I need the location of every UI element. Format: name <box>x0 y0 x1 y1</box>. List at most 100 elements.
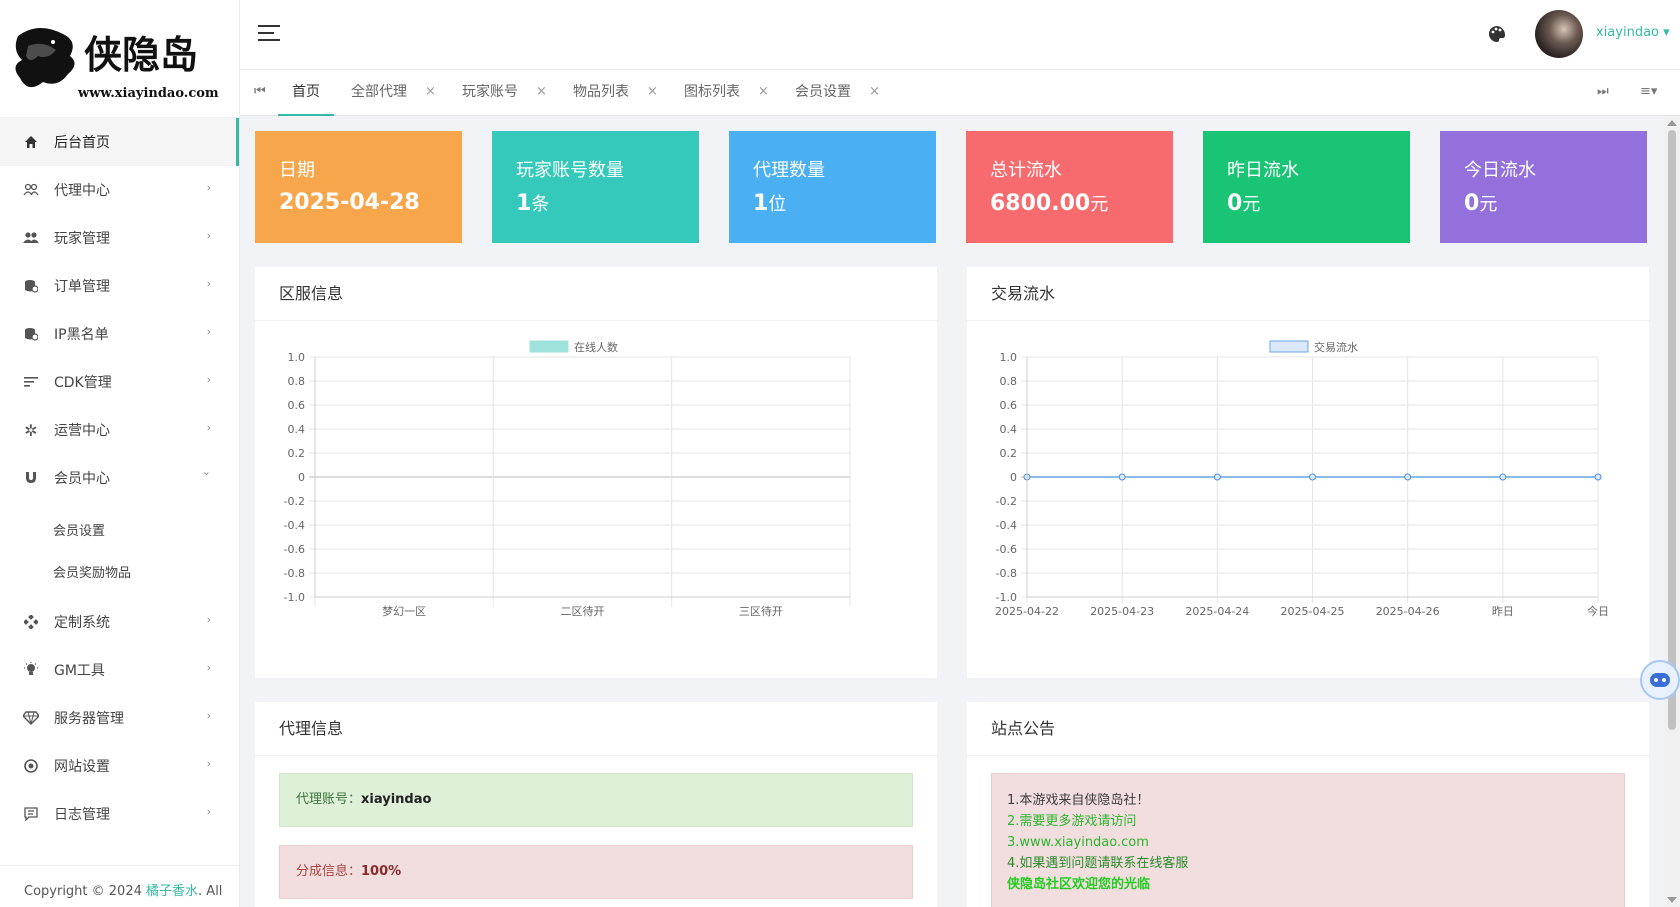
author-link[interactable]: 橘子香水 <box>146 884 198 899</box>
sidebar-item-order-management[interactable]: 订单管理 › <box>0 262 239 310</box>
stat-title: 代理数量 <box>753 160 825 181</box>
user-menu-dropdown[interactable]: xiayindao ▾ <box>1596 25 1670 40</box>
data-point <box>1594 473 1602 481</box>
chatbot-icon[interactable] <box>1640 660 1680 700</box>
panel-title: 代理信息 <box>255 702 937 756</box>
sidebar-toggle-icon[interactable] <box>258 25 280 43</box>
server-online-chart: 在线人数 1.0 0.8 0.6 0.4 0.2 0 -0.2 -0.4 -0.6 -0.8 -1.0… <box>284 340 851 618</box>
sidebar: 侠隐岛 www.xiayindao.com 后台首页 代理中心 › 玩家管理 › <box>0 0 240 907</box>
tab-scroll-left-icon[interactable]: ⏮ <box>254 84 266 99</box>
y-tick-label: -0.8 <box>284 567 305 580</box>
sidebar-subitem-member-rewards[interactable]: 会员奖励物品 <box>0 550 239 592</box>
stat-value: 1位 <box>753 191 787 216</box>
stat-value: 0元 <box>1464 191 1498 216</box>
sidebar-item-player-management[interactable]: 玩家管理 › <box>0 214 239 262</box>
chevron-right-icon: › <box>206 181 211 194</box>
y-tick-label: 0 <box>298 471 305 484</box>
agent-account-value: xiayindao <box>361 792 432 807</box>
tab-close-icon[interactable]: × <box>647 70 658 116</box>
scroll-down-icon[interactable] <box>1667 897 1677 903</box>
stat-card-player-accounts: 玩家账号数量 1条 <box>492 131 699 243</box>
chevron-right-icon: › <box>206 613 211 626</box>
sidebar-item-gm-tools[interactable]: GM工具 › <box>0 646 239 694</box>
copyright: Copyright © 2024 橘子香水. All <box>0 865 239 907</box>
stat-card-today-revenue: 今日流水 0元 <box>1440 131 1647 243</box>
tab-player-accounts[interactable]: 玩家账号 <box>462 70 518 116</box>
scroll-up-icon[interactable] <box>1667 120 1677 126</box>
y-tick-label: -0.4 <box>284 519 305 532</box>
tab-close-icon[interactable]: × <box>425 70 436 116</box>
tab-icon-list[interactable]: 图标列表 <box>684 70 740 116</box>
tab-close-icon[interactable]: × <box>869 70 880 116</box>
sidebar-item-log-management[interactable]: 日志管理 › <box>0 790 239 838</box>
agent-share-value: 100% <box>361 864 402 879</box>
sidebar-item-site-settings[interactable]: 网站设置 › <box>0 742 239 790</box>
sidebar-item-server-management[interactable]: 服务器管理 › <box>0 694 239 742</box>
sidebar-item-label: 网站设置 <box>54 759 110 775</box>
notice-line[interactable]: 3.www.xiayindao.com <box>1007 832 1624 853</box>
sidebar-item-member-center[interactable]: 会员中心 ⌄ <box>0 454 239 502</box>
tab-home[interactable]: 首页 <box>278 70 334 116</box>
gear-icon: ✲ <box>24 420 38 440</box>
top-header: xiayindao ▾ <box>240 0 1680 70</box>
chevron-right-icon: › <box>206 229 211 242</box>
legend-label: 交易流水 <box>1314 340 1358 354</box>
y-tick-label: 0.4 <box>1000 423 1018 436</box>
sidebar-menu: 后台首页 代理中心 › 玩家管理 › 订单管理 › IP黑名单 › CDK管理 … <box>0 118 239 838</box>
sidebar-item-label: 后台首页 <box>54 135 110 151</box>
tab-item-list[interactable]: 物品列表 <box>573 70 629 116</box>
agent-account-box: 代理账号：xiayindao <box>279 773 913 827</box>
chevron-down-icon: ⌄ <box>201 465 211 478</box>
stat-card-agent-count: 代理数量 1位 <box>729 131 936 243</box>
tab-close-icon[interactable]: × <box>536 70 547 116</box>
data-point <box>1309 473 1316 481</box>
y-tick-label: 0.6 <box>288 399 306 412</box>
sidebar-item-label: CDK管理 <box>54 375 112 391</box>
notice-line: 侠隐岛社区欢迎您的光临 <box>1007 877 1151 892</box>
sidebar-item-label: 代理中心 <box>54 183 110 199</box>
trade-flow-panel: 交易流水 交易流水 1.0 0.8 0.6 0.4 0.2 0 -0.2 -0.4 -0.6 -0.… <box>967 267 1649 678</box>
data-point <box>1404 473 1412 481</box>
x-tick-label: 三区待开 <box>739 604 783 618</box>
x-tick-label: 2025-04-26 <box>1376 605 1440 618</box>
site-notice-panel: 站点公告 1.本游戏来自侠隐岛社！ 2.需要更多游戏请访问 3.www.xiay… <box>967 702 1649 907</box>
x-tick-label: 2025-04-24 <box>1185 605 1249 618</box>
panel-title: 交易流水 <box>967 267 1649 321</box>
tab-all-agents[interactable]: 全部代理 <box>351 70 407 116</box>
data-point <box>1213 473 1221 481</box>
scrollbar-thumb[interactable] <box>1668 130 1676 730</box>
tab-scroll-right-icon[interactable]: ⏭ <box>1597 84 1609 99</box>
x-tick-label: 2025-04-22 <box>995 605 1059 618</box>
chevron-right-icon: › <box>206 277 211 290</box>
page-scrollbar[interactable] <box>1664 116 1680 907</box>
bulb-icon <box>22 661 40 679</box>
stat-value: 1条 <box>516 191 550 216</box>
stat-card-yesterday-revenue: 昨日流水 0元 <box>1203 131 1410 243</box>
avatar[interactable] <box>1535 10 1583 58</box>
sidebar-item-operations-center[interactable]: ✲ 运营中心 › <box>0 406 239 454</box>
tab-member-settings[interactable]: 会员设置 <box>795 70 851 116</box>
sidebar-item-custom-system[interactable]: 定制系统 › <box>0 598 239 646</box>
x-tick-label: 2025-04-23 <box>1090 605 1154 618</box>
sidebar-subitem-member-settings[interactable]: 会员设置 <box>0 508 239 550</box>
data-point <box>1118 473 1126 481</box>
sidebar-item-dashboard[interactable]: 后台首页 <box>0 118 239 166</box>
tab-close-icon[interactable]: × <box>758 70 769 116</box>
agent-share-label: 分成信息： <box>296 864 362 879</box>
stat-card-total-revenue: 总计流水 6800.00元 <box>966 131 1173 243</box>
y-tick-label: 0 <box>1010 471 1017 484</box>
sidebar-item-cdk-management[interactable]: CDK管理 › <box>0 358 239 406</box>
x-tick-label: 二区待开 <box>561 604 605 618</box>
site-logo[interactable]: 侠隐岛 www.xiayindao.com <box>0 0 239 118</box>
palette-icon[interactable] <box>1487 24 1507 44</box>
tab-menu-icon[interactable]: ≡▾ <box>1640 84 1657 99</box>
home-icon <box>22 133 40 151</box>
sidebar-item-ip-blacklist[interactable]: IP黑名单 › <box>0 310 239 358</box>
sidebar-item-label: 定制系统 <box>54 615 110 631</box>
x-tick-label: 2025-04-25 <box>1281 605 1345 618</box>
database-icon <box>22 325 40 343</box>
x-tick-label: 今日 <box>1587 604 1609 618</box>
y-tick-label: -1.0 <box>284 591 305 604</box>
sidebar-item-agent-center[interactable]: 代理中心 › <box>0 166 239 214</box>
puzzle-icon <box>22 613 40 631</box>
